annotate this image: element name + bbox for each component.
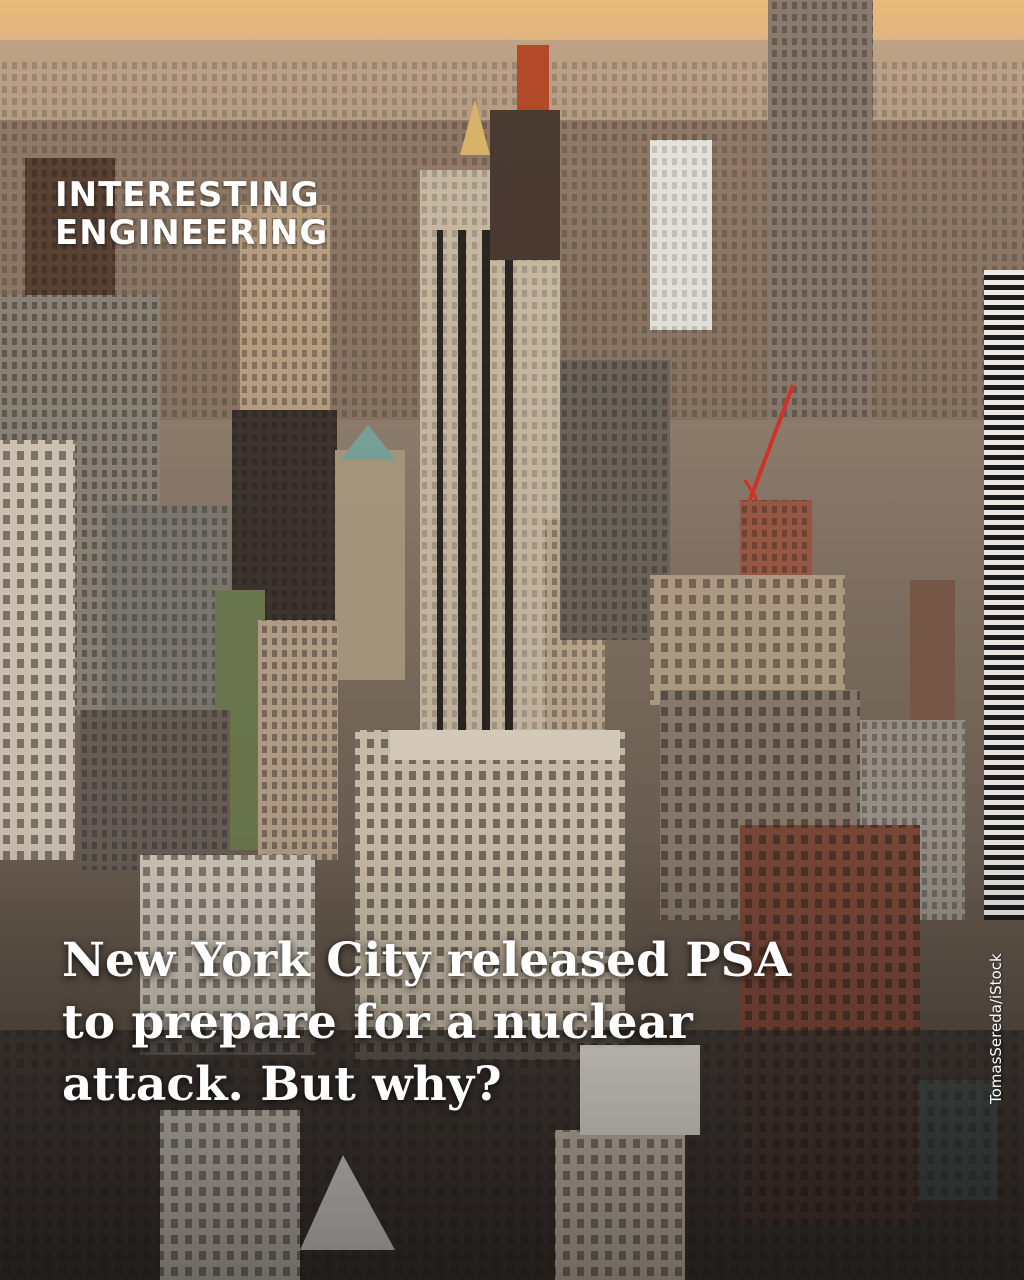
headline-line-2: to prepare for a nuclear	[62, 995, 693, 1050]
headline-highlight: New York City released PSA	[62, 930, 792, 992]
headline-line-1: New York City released PSA	[62, 933, 792, 988]
headline: New York City released PSA to prepare fo…	[62, 930, 902, 1116]
photo-credit: TomasSereda/iStock	[987, 953, 1005, 1104]
headline-line-3: attack. But why?	[62, 1057, 502, 1112]
brand-line-2: ENGINEERING	[55, 213, 329, 253]
brand-logo: INTERESTING ENGINEERING	[55, 176, 328, 252]
brand-line-1: INTERESTING	[55, 175, 320, 215]
